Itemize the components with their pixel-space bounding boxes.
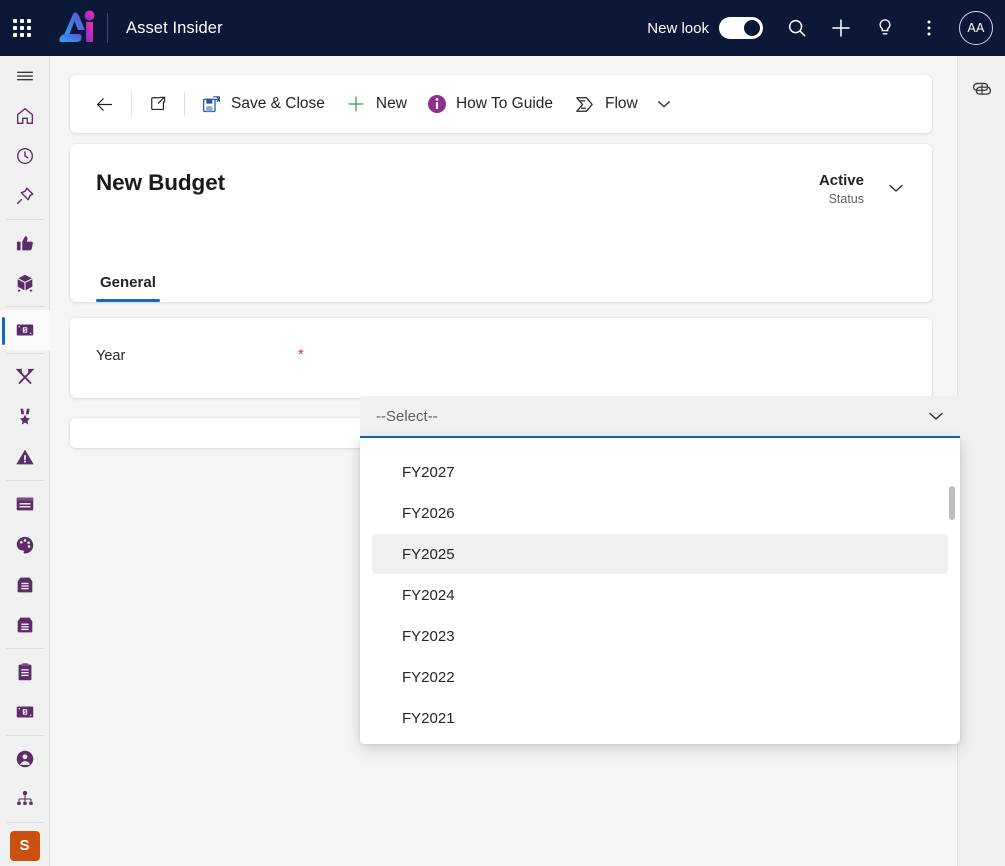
form-header-card: New Budget Active Status General — [70, 144, 932, 302]
main-content: Save & Close New How To Guide Flow New B… — [50, 56, 960, 866]
sidebar-item-pinned[interactable] — [0, 176, 50, 216]
search-icon[interactable] — [775, 6, 819, 50]
command-bar: Save & Close New How To Guide Flow — [70, 75, 932, 133]
year-dropdown-list: FY2027 FY2026 FY2025 FY2024 FY2023 FY202… — [360, 438, 960, 744]
asset-insider-logo — [59, 10, 95, 42]
plus-icon[interactable] — [819, 6, 863, 50]
year-select-placeholder: --Select-- — [376, 407, 438, 425]
how-to-guide-button[interactable]: How To Guide — [417, 84, 563, 124]
sidebar-item-maintenance[interactable] — [0, 357, 50, 397]
new-button[interactable]: New — [335, 84, 417, 124]
sidebar-item-records[interactable] — [0, 484, 50, 524]
year-combobox-wrapper: --Select-- FY2027 FY2026 FY2025 FY2024 F… — [360, 396, 960, 744]
svg-text:$: $ — [23, 328, 26, 334]
sidebar-item-hierarchy[interactable] — [0, 779, 50, 819]
open-in-new-window-button[interactable] — [138, 84, 178, 124]
top-nav-actions: New look AA — [647, 6, 1005, 50]
open-in-new-window-icon — [148, 94, 168, 114]
rail-divider — [5, 734, 44, 736]
command-divider — [131, 92, 132, 116]
info-circle-icon — [427, 94, 447, 114]
sidebar-item-outbound[interactable] — [0, 605, 50, 645]
sidebar-badge-label: S — [9, 830, 40, 861]
tab-general[interactable]: General — [96, 264, 160, 302]
status-value: Active — [818, 172, 864, 189]
dropdown-option[interactable]: FY2021 — [372, 698, 948, 738]
tab-strip: General — [96, 264, 182, 302]
plus-icon — [345, 93, 367, 115]
sidebar-item-approvals[interactable] — [0, 223, 50, 263]
new-look-label: New look — [647, 19, 709, 37]
how-to-guide-label: How To Guide — [455, 95, 554, 112]
year-field-label: Year — [96, 348, 126, 364]
year-field-card: Year * — [70, 318, 932, 398]
sidebar-item-assets[interactable] — [0, 263, 50, 303]
required-marker: * — [298, 346, 304, 363]
rail-divider — [5, 306, 44, 308]
sidebar-item-expenses[interactable]: $ — [0, 692, 50, 732]
sidebar-item-recent[interactable] — [0, 136, 50, 176]
status-label: Status — [828, 192, 864, 206]
rail-divider — [5, 353, 44, 355]
rail-divider — [5, 480, 44, 482]
app-title: Asset Insider — [126, 18, 223, 37]
dropdown-option[interactable]: FY2023 — [372, 616, 948, 656]
rail-divider — [5, 821, 44, 823]
more-vertical-icon[interactable] — [907, 6, 951, 50]
sidebar-item-awards[interactable] — [0, 397, 50, 437]
hamburger-menu-icon[interactable] — [0, 56, 50, 96]
brand-divider — [107, 13, 108, 43]
save-and-close-icon — [201, 94, 222, 115]
dropdown-option[interactable]: FY2024 — [372, 575, 948, 615]
svg-text:$: $ — [23, 710, 26, 716]
rail-divider — [5, 219, 44, 221]
right-rail — [957, 56, 1005, 866]
dropdown-option[interactable]: FY2025 — [372, 534, 948, 574]
save-and-close-label: Save & Close — [231, 95, 325, 112]
dropdown-scrollbar[interactable] — [949, 486, 955, 520]
power-automate-flow-icon — [573, 93, 596, 116]
status-block: Active Status — [819, 172, 864, 206]
back-button[interactable] — [84, 84, 125, 124]
new-look-toggle[interactable] — [719, 17, 763, 39]
rail-divider — [5, 647, 44, 649]
flow-button[interactable]: Flow — [563, 84, 648, 124]
new-label: New — [375, 95, 407, 112]
dropdown-option[interactable]: FY2022 — [372, 657, 948, 697]
copilot-icon[interactable] — [965, 72, 999, 106]
chevron-down-icon — [926, 406, 946, 426]
command-overflow-chevron-icon[interactable] — [648, 88, 680, 120]
status-chevron-down-icon[interactable] — [882, 174, 910, 202]
arrow-left-icon — [94, 94, 115, 115]
sidebar-item-tasks[interactable] — [0, 652, 50, 692]
top-navigation-bar: Asset Insider New look AA — [0, 0, 1005, 56]
sidebar-badge[interactable]: S — [0, 826, 50, 866]
lightbulb-icon[interactable] — [863, 6, 907, 50]
sidebar-item-themes[interactable] — [0, 525, 50, 565]
year-select-input[interactable]: --Select-- — [360, 396, 960, 438]
app-launcher-icon[interactable] — [13, 19, 31, 37]
sidebar-item-inbound[interactable] — [0, 565, 50, 605]
avatar[interactable]: AA — [959, 11, 993, 45]
command-divider — [184, 92, 185, 116]
sidebar-item-budgets[interactable]: $ — [0, 310, 50, 351]
save-and-close-button[interactable]: Save & Close — [191, 84, 335, 124]
dropdown-option[interactable]: FY2026 — [372, 493, 948, 533]
flow-label: Flow — [605, 95, 638, 112]
sidebar-item-contacts[interactable] — [0, 739, 50, 779]
dropdown-option[interactable]: FY2027 — [372, 452, 948, 492]
sidebar-item-home[interactable] — [0, 96, 50, 136]
left-navigation-rail: $ $ S — [0, 56, 50, 866]
sidebar-item-alerts[interactable] — [0, 437, 50, 477]
page-title: New Budget — [96, 170, 226, 195]
